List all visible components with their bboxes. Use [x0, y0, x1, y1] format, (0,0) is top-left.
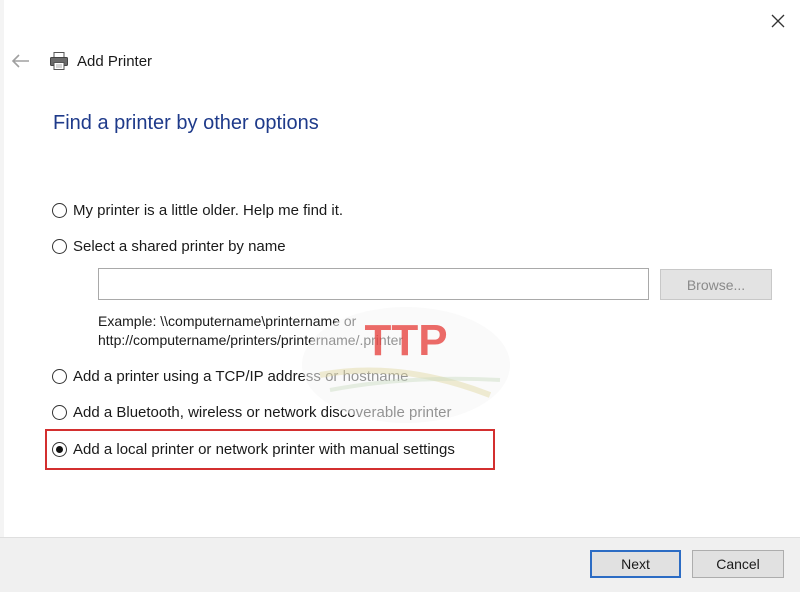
option-local-printer[interactable]: Add a local printer or network printer w…: [52, 438, 455, 460]
option-older-printer-label: My printer is a little older. Help me fi…: [73, 201, 344, 219]
shared-printer-example: Example: \\computername\printername or h…: [98, 312, 403, 350]
radio-local-printer[interactable]: [52, 441, 67, 457]
radio-shared-printer[interactable]: [52, 238, 67, 254]
close-icon: [771, 14, 785, 28]
radio-tcpip[interactable]: [52, 368, 67, 384]
example-line-2: http://computername/printers/printername…: [98, 332, 404, 348]
radio-bluetooth[interactable]: [52, 404, 67, 420]
back-arrow-icon: [11, 54, 29, 68]
dialog-footer: Next Cancel: [0, 537, 800, 592]
option-shared-printer-label: Select a shared printer by name: [73, 237, 286, 255]
example-line-1: Example: \\computername\printername or: [98, 313, 357, 329]
browse-button[interactable]: Browse...: [660, 269, 772, 300]
close-button[interactable]: [762, 6, 794, 36]
window-title-text: Add Printer: [77, 52, 153, 70]
option-shared-printer[interactable]: Select a shared printer by name: [52, 235, 286, 257]
back-button[interactable]: [8, 48, 34, 74]
option-tcpip-label: Add a printer using a TCP/IP address or …: [73, 367, 409, 385]
option-older-printer[interactable]: My printer is a little older. Help me fi…: [52, 199, 343, 221]
window-left-edge: [0, 0, 4, 537]
option-local-printer-label: Add a local printer or network printer w…: [73, 440, 455, 458]
option-bluetooth[interactable]: Add a Bluetooth, wireless or network dis…: [52, 401, 452, 423]
printer-icon: [50, 52, 68, 70]
window-title: Add Printer: [49, 48, 152, 74]
next-button[interactable]: Next: [590, 550, 681, 578]
option-bluetooth-label: Add a Bluetooth, wireless or network dis…: [73, 403, 452, 421]
cancel-button[interactable]: Cancel: [692, 550, 784, 578]
page-heading: Find a printer by other options: [53, 112, 319, 134]
shared-printer-name-input[interactable]: [98, 268, 649, 300]
radio-older-printer[interactable]: [52, 202, 67, 218]
option-tcpip[interactable]: Add a printer using a TCP/IP address or …: [52, 365, 408, 387]
